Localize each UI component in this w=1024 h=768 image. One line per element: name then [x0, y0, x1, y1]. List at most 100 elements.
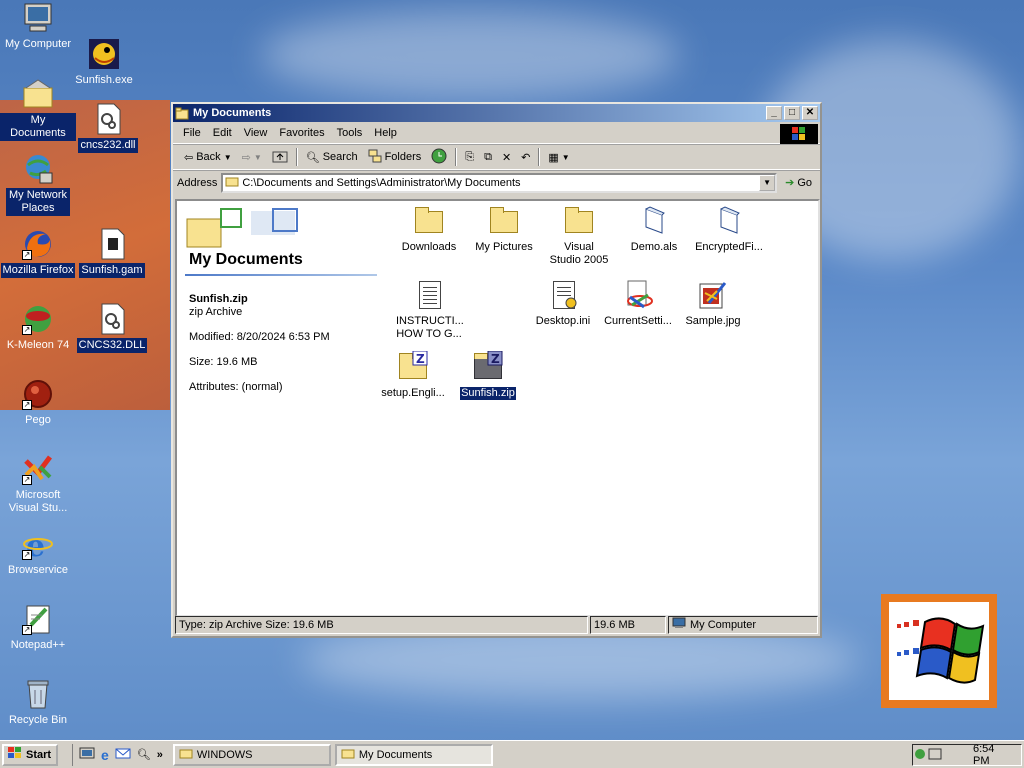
forward-button[interactable]: ⇨ ▼ [237, 151, 267, 164]
file-item-sample-jpg[interactable]: Sample.jpg [675, 279, 751, 328]
desktop-icon-browservice[interactable]: e ↗ Browservice [0, 528, 76, 578]
desktop-icon-sunfish-exe[interactable]: Sunfish.exe [66, 38, 142, 88]
status-bar: Type: zip Archive Size: 19.6 MB 19.6 MB … [175, 616, 820, 634]
text-document-icon [413, 279, 445, 311]
tray-icons[interactable] [913, 746, 945, 765]
move-to-button[interactable]: ⎘ [460, 151, 479, 164]
task-label: My Documents [358, 748, 433, 761]
desktop-icon-my-computer[interactable]: My Computer [0, 2, 76, 52]
search-icon[interactable]: 🔍︎ [137, 748, 151, 761]
back-button[interactable]: ⇦ Back ▼ [179, 151, 237, 164]
up-folder-button[interactable] [267, 149, 293, 166]
chevron-right-icon[interactable]: » [157, 749, 163, 761]
move-to-icon: ⎘ [465, 150, 475, 163]
file-item-label: Visual Studio 2005 [549, 241, 609, 266]
pane-title: My Documents [189, 251, 303, 268]
file-item-demo-als[interactable]: Demo.als [616, 205, 692, 254]
address-input[interactable]: C:\Documents and Settings\Administrator\… [221, 172, 778, 193]
menu-help[interactable]: Help [368, 127, 403, 139]
svg-text:Z: Z [491, 352, 500, 366]
up-folder-icon [272, 149, 288, 166]
shortcut-arrow-icon: ↗ [22, 400, 32, 410]
gam-file-icon [96, 228, 128, 260]
close-button[interactable]: ✕ [802, 106, 818, 120]
minimize-button[interactable]: _ [766, 106, 782, 120]
back-arrow-icon: ⇦ [184, 151, 194, 164]
computer-icon [672, 617, 686, 634]
shortcut-arrow-icon: ↗ [22, 250, 32, 260]
file-item-label: Demo.als [630, 241, 678, 253]
go-button[interactable]: ➔ Go [781, 176, 816, 190]
zip-folder-icon: Z [397, 351, 429, 383]
file-item-setup-english[interactable]: Z setup.Engli... [375, 351, 451, 400]
file-item-label: INSTRUCTI... HOW TO G... [396, 315, 464, 340]
file-item-desktop-ini[interactable]: Desktop.ini [525, 279, 601, 328]
search-button[interactable]: 🔍︎ Search [301, 151, 363, 164]
task-my-documents[interactable]: My Documents [334, 743, 493, 766]
address-dropdown-button[interactable]: ▼ [759, 174, 776, 191]
windows-throbber-icon [780, 124, 818, 144]
standard-toolbar: ⇦ Back ▼ ⇨ ▼ 🔍︎ Search Folders ⎘ ⧉ ✕ ↶ ▦… [173, 144, 820, 170]
start-button[interactable]: Start [2, 743, 58, 766]
file-item-downloads[interactable]: Downloads [391, 205, 467, 254]
desktop-icon-label: cncs232.dll [78, 138, 138, 153]
internet-explorer-icon[interactable]: e [101, 747, 109, 763]
file-item-current-settings[interactable]: CurrentSetti... [600, 279, 676, 328]
desktop-icon-cncs232-dll[interactable]: cncs232.dll [70, 103, 146, 153]
menu-edit[interactable]: Edit [207, 127, 238, 139]
desktop-icon-cncs32-dll[interactable]: CNCS32.DLL [74, 303, 150, 353]
desktop-icon-recycle-bin[interactable]: Recycle Bin [0, 678, 76, 728]
desktop-icon-pego[interactable]: ↗ Pego [0, 378, 76, 428]
desktop-icon-notepad-plus[interactable]: ↗ Notepad++ [0, 603, 76, 653]
desktop-icon-label: Pego [25, 414, 51, 426]
file-item-label: My Pictures [475, 241, 533, 253]
dll-file-icon [92, 103, 124, 135]
search-icon: 🔍︎ [305, 151, 320, 164]
history-button[interactable] [426, 148, 452, 167]
maximize-button[interactable]: □ [784, 106, 800, 120]
notepad-plus-icon: ↗ [22, 603, 54, 635]
chevron-down-icon: ▼ [253, 152, 262, 162]
status-text: Type: zip Archive Size: 19.6 MB [175, 616, 588, 634]
generic-file-icon [713, 205, 745, 237]
documents-folder-icon [22, 78, 54, 110]
folders-icon [368, 149, 382, 166]
desktop-icon-visual-studio[interactable]: ↗ Microsoft Visual Stu... [0, 453, 76, 516]
menu-file[interactable]: File [177, 127, 207, 139]
cloud [260, 10, 680, 100]
status-size: 19.6 MB [590, 616, 666, 634]
menu-view[interactable]: View [238, 127, 274, 139]
file-item-sunfish-zip[interactable]: Z Sunfish.zip [450, 351, 526, 401]
title-bar[interactable]: My Documents _ □ ✕ [173, 104, 820, 122]
shortcut-arrow-icon: ↗ [22, 625, 32, 635]
address-label: Address [177, 176, 218, 189]
show-desktop-icon[interactable] [79, 745, 95, 764]
views-button[interactable]: ▦ ▼ [543, 151, 574, 164]
file-item-my-pictures[interactable]: My Pictures [466, 205, 542, 254]
desktop-icon-my-documents[interactable]: My Documents [0, 78, 76, 141]
outlook-express-icon[interactable] [115, 745, 131, 764]
file-item-visual-studio-2005[interactable]: Visual Studio 2005 [541, 205, 617, 267]
desktop-icon-label: Sunfish.exe [75, 74, 133, 86]
generic-file-icon [638, 205, 670, 237]
copy-to-button[interactable]: ⧉ [479, 151, 497, 164]
desktop-icon-firefox[interactable]: ↗ Mozilla Firefox [0, 228, 76, 278]
desktop-icon-network-places[interactable]: My Network Places [0, 153, 76, 216]
clock[interactable]: 6:54 PM [973, 743, 1013, 767]
file-item-instructions[interactable]: INSTRUCTI... HOW TO G... [391, 279, 467, 341]
desktop-icon-k-meleon[interactable]: ↗ K-Meleon 74 [0, 303, 76, 353]
desktop-icon-sunfish-gam[interactable]: Sunfish.gam [74, 228, 150, 278]
file-item-encrypted[interactable]: EncryptedFi... [691, 205, 767, 254]
folders-button[interactable]: Folders [363, 149, 427, 166]
menu-tools[interactable]: Tools [331, 127, 369, 139]
task-windows[interactable]: WINDOWS [172, 743, 331, 766]
desktop-icon-label: Microsoft Visual Stu... [8, 489, 68, 514]
start-label: Start [26, 748, 52, 761]
desktop-icon-label: K-Meleon 74 [6, 339, 70, 351]
k-meleon-icon: ↗ [22, 303, 54, 335]
folder-icon [225, 175, 239, 190]
menu-favorites[interactable]: Favorites [273, 127, 330, 139]
delete-button[interactable]: ✕ [497, 151, 516, 164]
file-item-label: Desktop.ini [535, 315, 591, 327]
undo-button[interactable]: ↶ [516, 151, 535, 164]
